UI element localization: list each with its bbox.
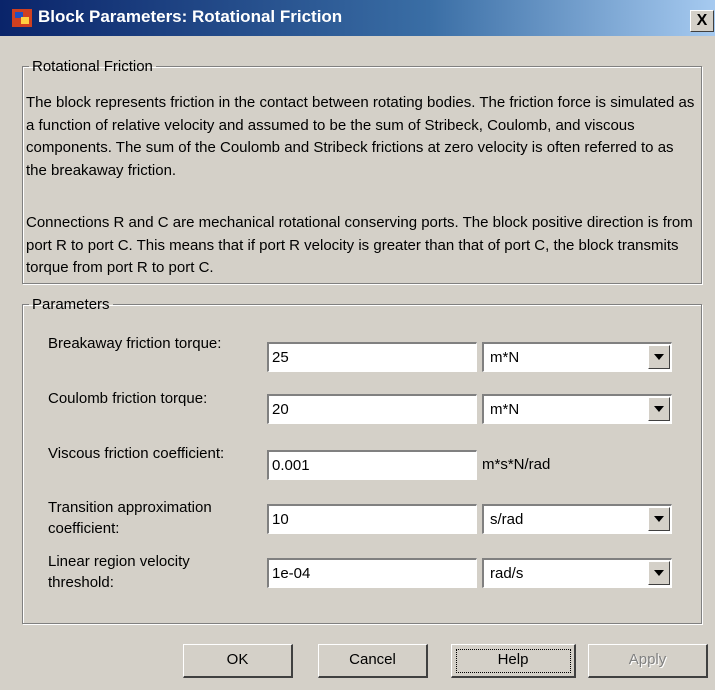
transition-coefficient-label-line1: Transition approximation (48, 499, 212, 516)
group-legend: Rotational Friction (32, 58, 153, 75)
coulomb-torque-input[interactable]: 20 (267, 394, 477, 424)
cancel-button[interactable]: Cancel (318, 644, 428, 678)
breakaway-torque-input[interactable]: 25 (267, 342, 477, 372)
description-paragraph-2: Connections R and C are mechanical rotat… (26, 214, 693, 276)
title-bar: Block Parameters: Rotational Friction X (0, 0, 715, 36)
simulink-block-icon (12, 9, 32, 27)
chevron-down-icon[interactable] (648, 561, 670, 585)
close-button[interactable]: X (690, 10, 714, 32)
transition-coefficient-label-line2: coefficient: (48, 520, 120, 537)
chevron-down-icon[interactable] (648, 345, 670, 369)
coulomb-torque-unit-select[interactable]: m*N (482, 394, 672, 424)
linear-threshold-label-line1: Linear region velocity (48, 553, 190, 570)
chevron-down-icon[interactable] (648, 397, 670, 421)
window-title: Block Parameters: Rotational Friction (38, 7, 343, 26)
linear-threshold-unit-select[interactable]: rad/s (482, 558, 672, 588)
viscous-coefficient-label: Viscous friction coefficient: (48, 445, 225, 462)
breakaway-torque-unit-select[interactable]: m*N (482, 342, 672, 372)
coulomb-torque-label: Coulomb friction torque: (48, 390, 208, 407)
combo-value: s/rad (490, 511, 524, 528)
viscous-coefficient-input[interactable]: 0.001 (267, 450, 477, 480)
apply-button[interactable]: Apply (588, 644, 708, 678)
linear-threshold-label-line2: threshold: (48, 574, 114, 591)
viscous-coefficient-unit: m*s*N/rad (482, 456, 551, 473)
combo-value: m*N (490, 349, 520, 366)
transition-coefficient-input[interactable]: 10 (267, 504, 477, 534)
combo-value: rad/s (490, 565, 524, 582)
ok-button[interactable]: OK (183, 644, 293, 678)
group-legend: Parameters (32, 296, 110, 313)
breakaway-torque-label: Breakaway friction torque: (48, 335, 222, 352)
description-paragraph-1: The block represents friction in the con… (26, 94, 695, 179)
chevron-down-icon[interactable] (648, 507, 670, 531)
linear-threshold-input[interactable]: 1e-04 (267, 558, 477, 588)
combo-value: m*N (490, 401, 520, 418)
transition-coefficient-unit-select[interactable]: s/rad (482, 504, 672, 534)
help-button[interactable]: Help (451, 644, 576, 678)
